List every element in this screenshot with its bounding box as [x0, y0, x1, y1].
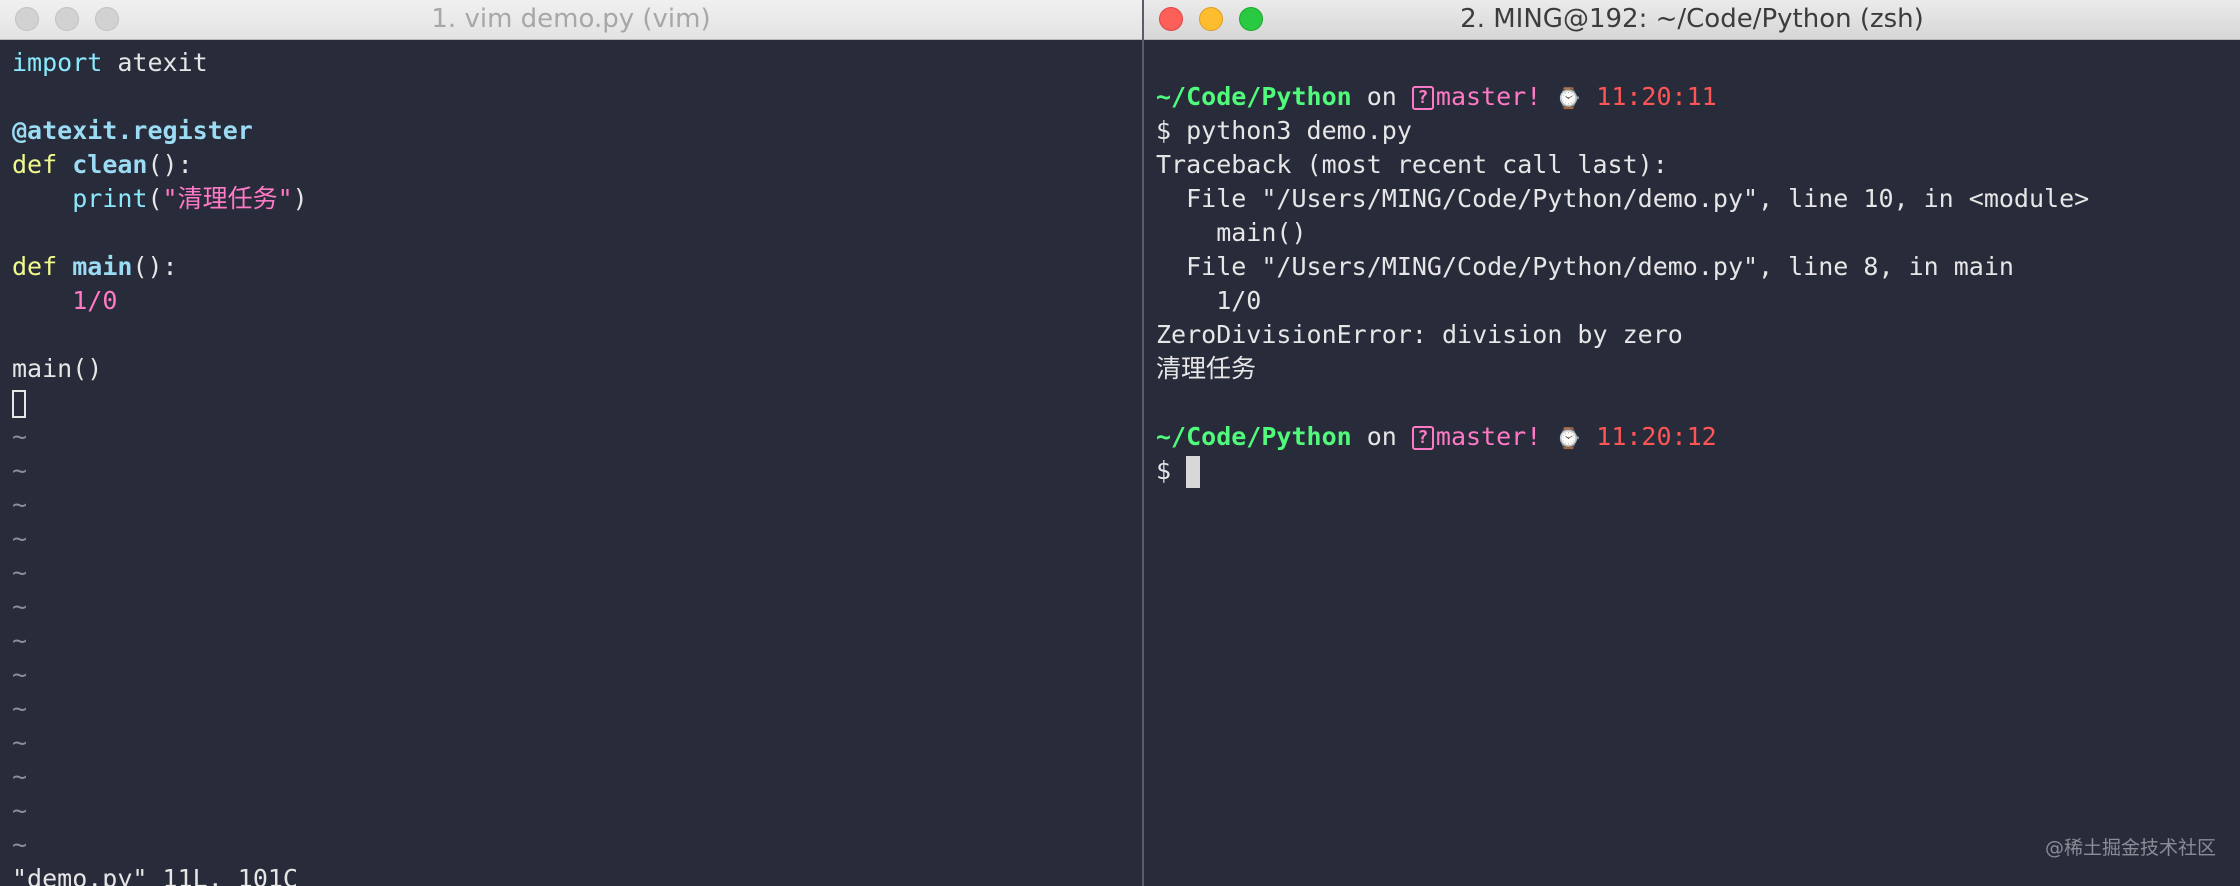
empty-line-marker: ~: [12, 762, 28, 791]
empty-line-marker: ~: [12, 626, 28, 655]
clock-icon: ⌚: [1556, 426, 1582, 450]
zsh-titlebar[interactable]: 2. MING@192: ~/Code/Python (zsh): [1144, 0, 2240, 40]
program-output: 清理任务: [1156, 354, 1257, 383]
traceback-code-line: main(): [1156, 218, 1307, 247]
vim-titlebar[interactable]: 1. vim demo.py (vim): [0, 0, 1142, 40]
prompt-time: 11:20:12: [1596, 422, 1717, 451]
vim-cursor: [12, 390, 26, 418]
empty-line-marker: ~: [12, 796, 28, 825]
code-line: def main():: [12, 250, 178, 284]
zsh-window[interactable]: 2. MING@192: ~/Code/Python (zsh) ~/Code/…: [1144, 0, 2240, 886]
code-line: main(): [12, 352, 102, 386]
git-status-icon: ?: [1411, 86, 1434, 110]
code-line: print("清理任务"): [12, 182, 308, 216]
vim-window[interactable]: 1. vim demo.py (vim) import atexit @atex…: [0, 0, 1142, 886]
code-text: atexit: [102, 48, 208, 77]
git-branch: master!: [1435, 82, 1542, 111]
code-line: 1/0: [12, 284, 117, 318]
shell-prompt: ~/Code/Python on ? master! ⌚ 11:20:12: [1156, 420, 1717, 454]
terminal-cursor: [1186, 456, 1201, 488]
number-literal: 1/0: [72, 286, 118, 315]
prompt-time: 11:20:11: [1596, 82, 1717, 111]
traceback-file-line: File "/Users/MING/Code/Python/demo.py", …: [1156, 252, 2014, 281]
vim-status-line: "demo.py" 11L, 101C: [12, 864, 298, 886]
code-text: ): [292, 184, 308, 213]
prompt-text: on: [1351, 422, 1412, 451]
empty-line-marker: ~: [12, 558, 28, 587]
decorator: @atexit.register: [12, 116, 253, 145]
string-literal: "清理任务": [162, 184, 293, 213]
code-text: ():: [147, 150, 193, 179]
traceback-code-line: 1/0: [1156, 286, 1262, 315]
empty-line-marker: ~: [12, 524, 28, 553]
vim-editor[interactable]: import atexit @atexit.register def clean…: [0, 40, 1142, 886]
keyword: import: [12, 48, 103, 77]
empty-line-marker: ~: [12, 660, 28, 689]
git-branch: master!: [1435, 422, 1542, 451]
watermark: @稀土掘金技术社区: [2044, 837, 2216, 859]
function-name: main: [72, 252, 133, 281]
git-status-icon: ?: [1411, 426, 1434, 450]
clock-icon: ⌚: [1556, 86, 1582, 110]
command-line: $ python3 demo.py: [1156, 116, 1412, 145]
code-line: def clean():: [12, 148, 193, 182]
prompt-text: on: [1351, 82, 1412, 111]
code-text: (: [147, 184, 163, 213]
empty-line-marker: ~: [12, 422, 28, 451]
empty-line-marker: ~: [12, 830, 28, 859]
traceback-file-line: File "/Users/MING/Code/Python/demo.py", …: [1156, 184, 2090, 213]
code-text: ():: [132, 252, 178, 281]
screen: 1. vim demo.py (vim) import atexit @atex…: [0, 0, 2240, 886]
function-name: clean: [72, 150, 148, 179]
keyword: def: [12, 150, 58, 179]
code-text: main(): [12, 354, 103, 383]
code-line: @atexit.register: [12, 114, 253, 148]
error-message: ZeroDivisionError: division by zero: [1156, 320, 1683, 349]
empty-line-marker: ~: [12, 728, 28, 757]
keyword: def: [12, 252, 58, 281]
empty-line-marker: ~: [12, 490, 28, 519]
prompt-symbol: $: [1156, 456, 1187, 485]
empty-line-marker: ~: [12, 694, 28, 723]
vim-window-title: 1. vim demo.py (vim): [431, 4, 711, 34]
empty-line-marker: ~: [12, 456, 28, 485]
empty-line-marker: ~: [12, 592, 28, 621]
terminal-output[interactable]: ~/Code/Python on ? master! ⌚ 11:20:11 $ p…: [1144, 40, 2240, 886]
traceback-header: Traceback (most recent call last):: [1156, 150, 1668, 179]
builtin: print: [72, 184, 148, 213]
shell-input-line[interactable]: $: [1156, 454, 1201, 488]
prompt-path: ~/Code/Python: [1156, 82, 1352, 111]
code-line: import atexit: [12, 46, 208, 80]
code-line: [12, 386, 26, 420]
zsh-window-title: 2. MING@192: ~/Code/Python (zsh): [1460, 4, 1924, 34]
shell-prompt: ~/Code/Python on ? master! ⌚ 11:20:11: [1156, 80, 1717, 114]
prompt-path: ~/Code/Python: [1156, 422, 1352, 451]
